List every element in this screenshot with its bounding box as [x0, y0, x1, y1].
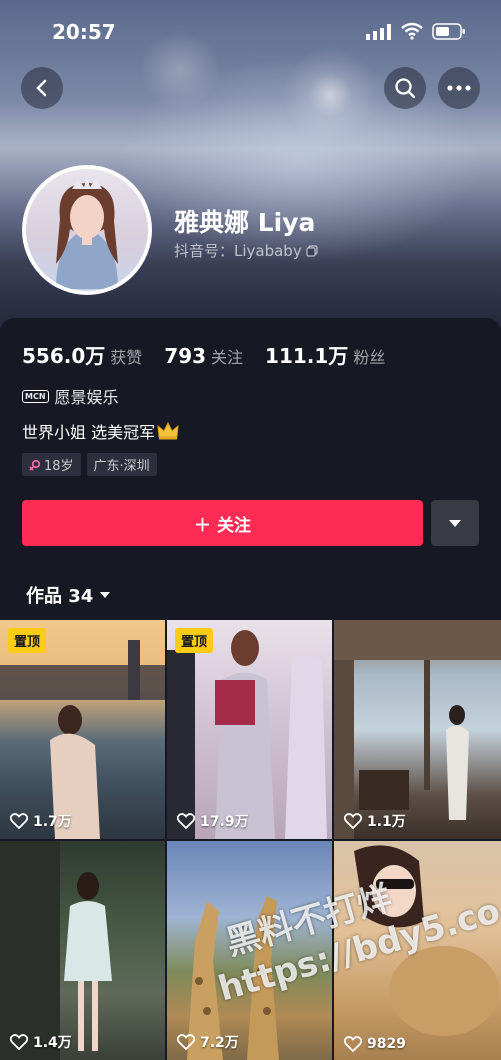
profile-tags: 18岁 广东·深圳 [22, 453, 157, 476]
video-thumbnail[interactable]: 置顶 1.7万 [0, 620, 165, 839]
bio: 世界小姐 选美冠军 [22, 419, 179, 443]
stat-value: 793 [164, 344, 207, 368]
stat-following[interactable]: 793 关注 [164, 344, 243, 368]
video-thumbnail[interactable]: 9829 [334, 841, 501, 1060]
profile-panel: 556.0万 获赞 793 关注 111.1万 粉丝 MCN 愿景娱乐 世界小姐 选美… [0, 318, 501, 1060]
copy-icon[interactable] [306, 244, 318, 257]
stat-label: 获赞 [110, 348, 143, 367]
crown-icon [157, 422, 179, 440]
likes-text: 1.1万 [367, 814, 406, 830]
avatar[interactable] [22, 165, 152, 295]
video-thumbnail[interactable]: 7.2万 [167, 841, 332, 1060]
plus-icon: ＋ [194, 515, 211, 536]
battery-icon [432, 23, 465, 40]
status-time: 20:57 [52, 20, 116, 44]
stat-value: 111.1万 [265, 344, 349, 368]
likes-count: 1.4万 [10, 1032, 72, 1052]
stat-value: 556.0万 [22, 344, 106, 368]
heart-icon [10, 1034, 28, 1050]
heart-icon [177, 1034, 195, 1050]
likes-count: 9829 [344, 1036, 406, 1052]
likes-text: 1.4万 [33, 1035, 72, 1051]
follow-button-label: 关注 [217, 515, 251, 536]
stat-followers[interactable]: 111.1万 粉丝 [265, 340, 385, 369]
video-thumbnail[interactable]: 置顶 17.9万 [167, 620, 332, 839]
signal-icon [366, 24, 391, 40]
thumbnail-image [354, 845, 499, 1036]
tag-age: 18岁 [22, 453, 81, 476]
tab-works-label: 作品 34 [26, 586, 94, 607]
likes-count: 1.7万 [10, 811, 72, 831]
heart-icon [10, 813, 28, 829]
more-options-button[interactable] [438, 67, 480, 109]
status-bar: 20:57 [0, 0, 501, 60]
wifi-icon [401, 22, 423, 40]
pinned-badge: 置顶 [175, 628, 214, 653]
pinned-badge: 置顶 [8, 628, 47, 653]
caret-down-icon [100, 592, 111, 598]
stats-row: 556.0万 获赞 793 关注 111.1万 粉丝 [22, 340, 385, 369]
likes-count: 17.9万 [177, 811, 249, 831]
stat-label: 关注 [211, 348, 244, 367]
heart-icon [177, 813, 195, 829]
video-thumbnail[interactable]: 1.4万 [0, 841, 165, 1060]
caret-down-icon [449, 519, 461, 527]
mcn-name: 愿景娱乐 [54, 388, 119, 407]
thumbnail-image [0, 841, 112, 1060]
follow-options-button[interactable] [431, 500, 479, 546]
back-button[interactable] [21, 67, 63, 109]
douyin-id[interactable]: 抖音号：Liyababy [174, 240, 318, 261]
search-icon [395, 78, 416, 99]
mcn-badge: MCN [22, 389, 49, 403]
mcn-agency[interactable]: MCN 愿景娱乐 [22, 384, 119, 408]
tag-location: 广东·深圳 [86, 453, 157, 476]
tab-works[interactable]: 作品 34 [26, 582, 111, 608]
female-icon [29, 459, 41, 471]
likes-text: 9829 [367, 1036, 406, 1052]
profile-name: 雅典娜 Liya [174, 208, 316, 237]
search-button[interactable] [384, 67, 426, 109]
more-dots-icon [447, 85, 471, 91]
likes-text: 1.7万 [33, 814, 72, 830]
likes-count: 1.1万 [344, 811, 406, 831]
douyin-id-text: 抖音号：Liyababy [174, 242, 302, 260]
avatar-portrait [56, 177, 118, 289]
thumbnail-image [187, 896, 279, 1060]
stat-likes[interactable]: 556.0万 获赞 [22, 340, 142, 369]
video-grid: 置顶 1.7万 置顶 17.9万 1.1万 1.4万 7.2万 9829 [0, 620, 501, 1060]
heart-icon [344, 1036, 362, 1052]
thumbnail-image [334, 620, 501, 839]
stat-label: 粉丝 [353, 348, 386, 367]
heart-icon [344, 813, 362, 829]
chevron-left-icon [36, 79, 47, 97]
bio-text: 世界小姐 选美冠军 [22, 423, 156, 442]
tag-age-text: 18岁 [44, 459, 74, 474]
video-thumbnail[interactable]: 1.1万 [334, 620, 501, 839]
likes-text: 7.2万 [200, 1035, 239, 1051]
likes-count: 7.2万 [177, 1032, 239, 1052]
likes-text: 17.9万 [200, 814, 249, 830]
follow-button[interactable]: ＋ 关注 [22, 500, 423, 546]
